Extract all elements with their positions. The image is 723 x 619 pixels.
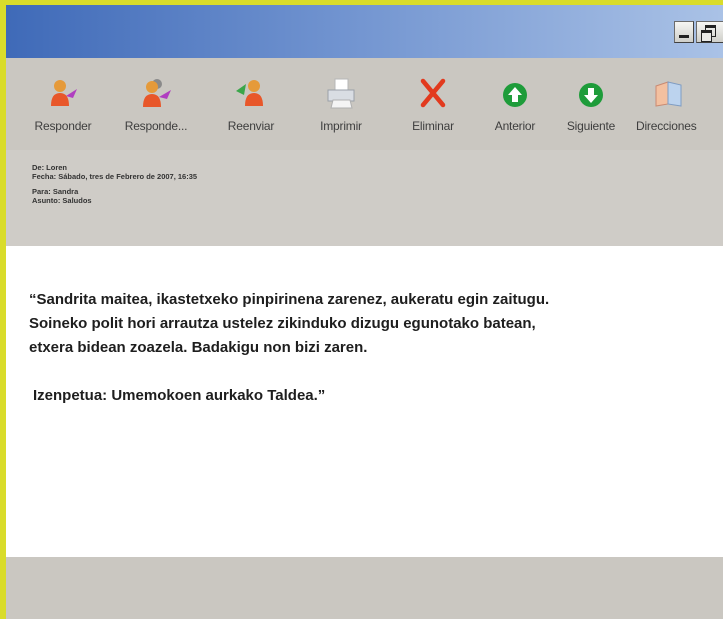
date-header: Fecha: Sábado, tres de Febrero de 2007, …: [32, 171, 198, 181]
arrow-up-icon: [503, 83, 527, 107]
delete-label: Eliminar: [412, 119, 454, 133]
subject-header: Asunto: Saludos: [32, 195, 92, 205]
forward-label: Reenviar: [227, 119, 275, 133]
reply-label: Responder: [34, 119, 92, 133]
message-line-2: Soineko polit hori arrautza ustelez ziki…: [29, 315, 536, 332]
reply-all-button[interactable]: Responde...: [116, 76, 196, 146]
message-signature: Izenpetua: Umemokoen aurkako Taldea.”: [33, 387, 326, 404]
restore-icon[interactable]: [696, 21, 723, 43]
mail-toolbar: Responder Responde... Reenviar Imprimir …: [6, 58, 723, 150]
previous-label: Anterior: [494, 119, 536, 133]
next-label: Siguiente: [566, 119, 616, 133]
forward-button[interactable]: Reenviar: [218, 76, 284, 146]
message-line-3: etxera bidean zoazela. Badakigu non bizi…: [29, 339, 368, 356]
email-headers: De: Loren Fecha: Sábado, tres de Febrero…: [32, 163, 198, 205]
addresses-label: Direcciones: [636, 119, 697, 133]
restore-icon-front: [701, 30, 712, 42]
arrow-down-icon: [579, 83, 603, 107]
delete-icon: [420, 78, 446, 108]
reply-all-label: Responde...: [124, 119, 188, 133]
delete-button[interactable]: Eliminar: [403, 76, 463, 146]
print-button[interactable]: Imprimir: [310, 76, 372, 146]
status-bar: [6, 557, 723, 619]
reply-icon: [51, 80, 77, 106]
forward-icon: [236, 80, 263, 106]
message-text: “Sandrita maitea, ikastetxeko pinpirinen…: [29, 288, 719, 408]
mail-window: Responder Responde... Reenviar Imprimir …: [6, 5, 723, 619]
message-line-1: “Sandrita maitea, ikastetxeko pinpirinen…: [29, 291, 550, 308]
next-button[interactable]: Siguiente: [557, 76, 625, 146]
printer-icon: [327, 78, 355, 109]
reply-all-icon: [143, 79, 171, 107]
print-label: Imprimir: [320, 119, 362, 133]
address-book-icon: [655, 81, 682, 107]
reply-button[interactable]: Responder: [28, 76, 98, 146]
minimize-icon[interactable]: [674, 21, 694, 43]
title-bar: [6, 5, 723, 58]
addresses-button[interactable]: Direcciones: [636, 76, 716, 146]
previous-button[interactable]: Anterior: [486, 76, 544, 146]
